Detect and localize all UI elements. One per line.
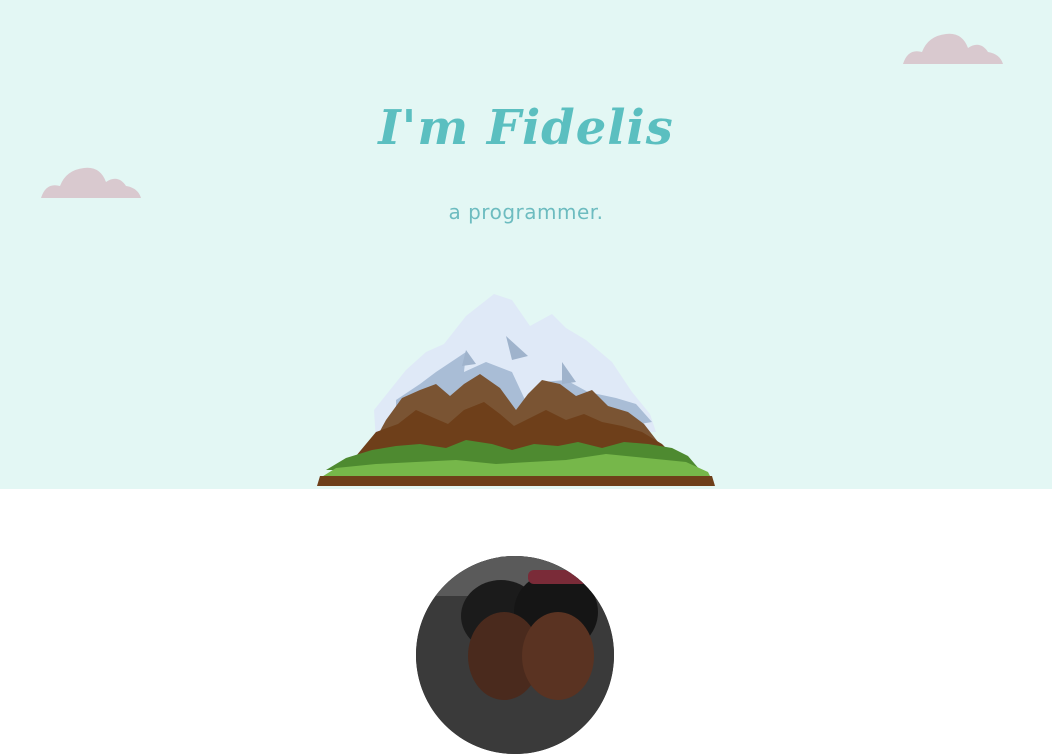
avatar	[416, 556, 614, 754]
hero-section: I'm Fidelis a programmer.	[0, 0, 1052, 489]
cloud-icon	[903, 33, 1003, 64]
hero-headline: I'm Fidelis	[378, 100, 674, 156]
mountain-illustration	[317, 294, 715, 486]
cloud-icon	[41, 167, 141, 198]
profile-photo	[416, 556, 614, 754]
hero-subtitle: a programmer.	[448, 200, 604, 224]
